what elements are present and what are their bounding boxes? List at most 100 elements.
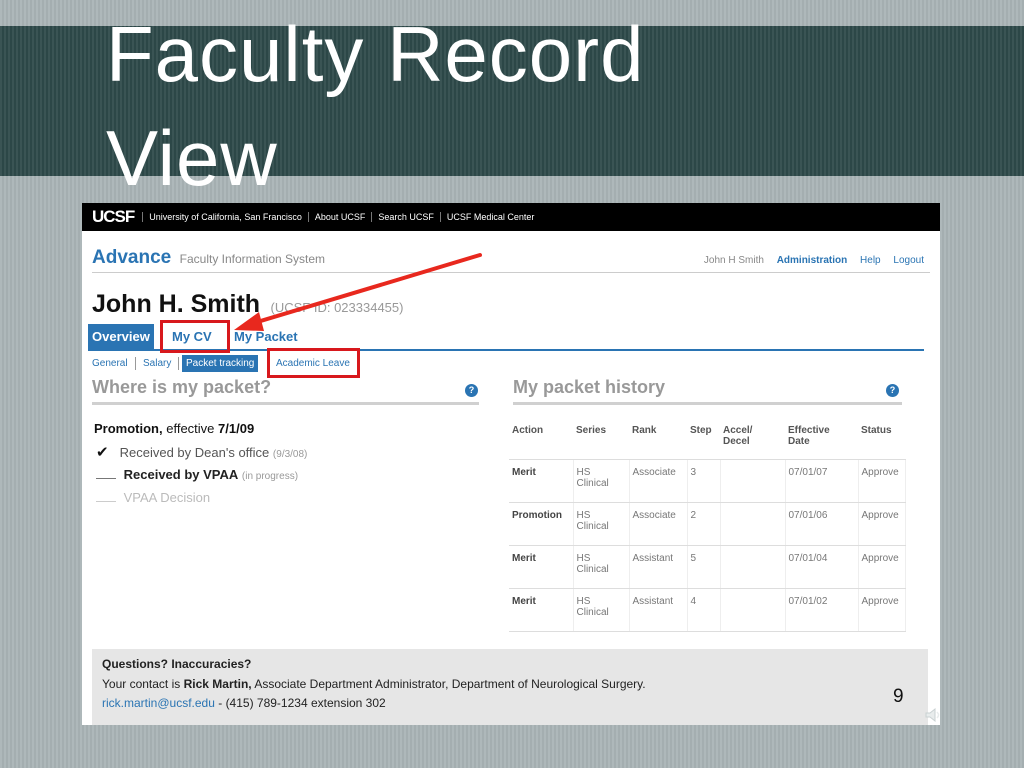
status-item-note: (in progress) xyxy=(241,471,299,482)
cell-action: Merit xyxy=(509,459,574,503)
subtab-general[interactable]: General xyxy=(88,355,132,372)
packet-history-title: My packet history xyxy=(513,377,666,397)
brand-name[interactable]: Advance xyxy=(92,247,171,268)
help-icon[interactable]: ? xyxy=(465,384,478,397)
cell-rank: Assistant xyxy=(629,588,688,632)
contact-line: Your contact is Rick Martin, Associate D… xyxy=(102,677,918,691)
tab-overview[interactable]: Overview xyxy=(88,324,154,349)
table-row[interactable]: Merit HS Clinical Associate 3 07/01/07 A… xyxy=(509,459,906,503)
topbar-link-medical-center[interactable]: UCSF Medical Center xyxy=(439,212,541,222)
speaker-icon[interactable] xyxy=(924,706,942,724)
cell-date: 07/01/07 xyxy=(785,459,859,503)
col-action: Action xyxy=(509,416,573,460)
col-series: Series xyxy=(573,416,629,460)
contact-role: Associate Department Administrator, Depa… xyxy=(254,677,646,691)
effective-label: effective xyxy=(166,421,215,436)
person-heading: John H. Smith (UCSF ID: 023334455) xyxy=(92,290,403,319)
cell-action: Merit xyxy=(509,588,574,632)
cell-rank: Associate xyxy=(629,459,688,503)
app-header: Advance Faculty Information System John … xyxy=(92,231,930,273)
cell-status: Approve xyxy=(858,459,906,503)
contact-details: rick.martin@ucsf.edu - (415) 789-1234 ex… xyxy=(102,696,918,710)
col-accel-decel: Accel/ Decel xyxy=(720,416,785,460)
header-links: John H Smith Administration Help Logout xyxy=(694,255,924,266)
contact-prefix: Your contact is xyxy=(102,677,181,691)
col-rank: Rank xyxy=(629,416,687,460)
cell-date: 07/01/06 xyxy=(785,502,859,546)
help-icon[interactable]: ? xyxy=(886,384,899,397)
status-item-label: Received by VPAA xyxy=(123,467,239,482)
cell-step: 5 xyxy=(687,545,721,589)
subtab-salary[interactable]: Salary xyxy=(139,355,175,372)
status-item-label: VPAA Decision xyxy=(123,490,211,505)
cell-action: Promotion xyxy=(509,502,574,546)
subtab-divider xyxy=(135,357,136,370)
cell-accel xyxy=(720,459,786,503)
topbar-link-about[interactable]: About UCSF xyxy=(307,212,372,222)
cell-date: 07/01/02 xyxy=(785,588,859,632)
cell-accel xyxy=(720,588,786,632)
cell-step: 3 xyxy=(687,459,721,503)
cell-action: Merit xyxy=(509,545,574,589)
cell-step: 2 xyxy=(687,502,721,546)
divider xyxy=(92,402,479,405)
topbar-link-search[interactable]: Search UCSF xyxy=(371,212,440,222)
cell-status: Approve xyxy=(858,588,906,632)
topbar-link-ucsf[interactable]: University of California, San Francisco xyxy=(142,212,308,222)
cell-step: 4 xyxy=(687,588,721,632)
pending-mark xyxy=(96,492,116,502)
status-item-label: Received by Dean's office xyxy=(119,445,270,460)
check-icon: ✔ xyxy=(96,444,109,461)
contact-name: Rick Martin, xyxy=(183,677,252,691)
subtab-divider xyxy=(178,357,179,370)
slide-number: 9 xyxy=(893,686,904,707)
cell-status: Approve xyxy=(858,545,906,589)
cell-series: HS Clinical xyxy=(573,502,630,546)
slide-title-line2: View xyxy=(106,114,278,202)
promotion-summary: Promotion, effective 7/1/09 xyxy=(94,421,254,436)
ucsf-logo[interactable]: UCSF xyxy=(92,207,135,227)
subtab-packet-tracking[interactable]: Packet tracking xyxy=(182,355,259,372)
pending-mark xyxy=(96,469,116,479)
cell-series: HS Clinical xyxy=(573,459,630,503)
tab-my-packet[interactable]: My Packet xyxy=(230,324,302,349)
highlight-box-academic-leave xyxy=(267,348,360,378)
contact-email-link[interactable]: rick.martin@ucsf.edu xyxy=(102,696,215,710)
effective-date: 7/1/09 xyxy=(218,421,255,436)
packet-history-table: Action Series Rank Step Accel/ Decel Eff… xyxy=(509,416,906,632)
highlight-box-my-cv xyxy=(160,320,230,353)
contact-phone: - (415) 789-1234 extension 302 xyxy=(218,696,386,710)
contact-question: Questions? Inaccuracies? xyxy=(102,657,252,671)
packet-status-title: Where is my packet? xyxy=(92,377,272,397)
cell-series: HS Clinical xyxy=(573,545,630,589)
brand-subtitle: Faculty Information System xyxy=(179,252,326,266)
cell-accel xyxy=(720,545,786,589)
cell-status: Approve xyxy=(858,502,906,546)
table-header-row: Action Series Rank Step Accel/ Decel Eff… xyxy=(509,416,906,460)
person-id: (UCSF ID: 023334455) xyxy=(270,300,404,315)
table-row[interactable]: Merit HS Clinical Assistant 4 07/01/02 A… xyxy=(509,588,906,632)
status-item-note: (9/3/08) xyxy=(272,449,308,460)
cell-rank: Assistant xyxy=(629,545,688,589)
logout-link[interactable]: Logout xyxy=(893,255,924,266)
status-item-vpaa-received: Received by VPAA (in progress) xyxy=(96,467,298,482)
screenshot-frame: UCSF University of California, San Franc… xyxy=(82,203,940,725)
promotion-label: Promotion, xyxy=(94,421,163,436)
status-item-dean: ✔ Received by Dean's office (9/3/08) xyxy=(96,443,307,461)
table-row[interactable]: Merit HS Clinical Assistant 5 07/01/04 A… xyxy=(509,545,906,589)
cell-accel xyxy=(720,502,786,546)
cell-series: HS Clinical xyxy=(573,588,630,632)
contact-box: Questions? Inaccuracies? Your contact is… xyxy=(92,649,928,725)
person-name: John H. Smith xyxy=(92,290,261,318)
slide-title-line1: Faculty Record xyxy=(106,10,645,98)
administration-link[interactable]: Administration xyxy=(777,255,848,266)
help-link[interactable]: Help xyxy=(860,255,881,266)
cell-rank: Associate xyxy=(629,502,688,546)
table-row[interactable]: Promotion HS Clinical Associate 2 07/01/… xyxy=(509,502,906,546)
divider xyxy=(513,402,902,405)
status-item-vpaa-decision: VPAA Decision xyxy=(96,490,210,505)
col-step: Step xyxy=(687,416,720,460)
brand: Advance Faculty Information System xyxy=(92,247,325,269)
cell-date: 07/01/04 xyxy=(785,545,859,589)
col-effective-date: Effective Date xyxy=(785,416,858,460)
